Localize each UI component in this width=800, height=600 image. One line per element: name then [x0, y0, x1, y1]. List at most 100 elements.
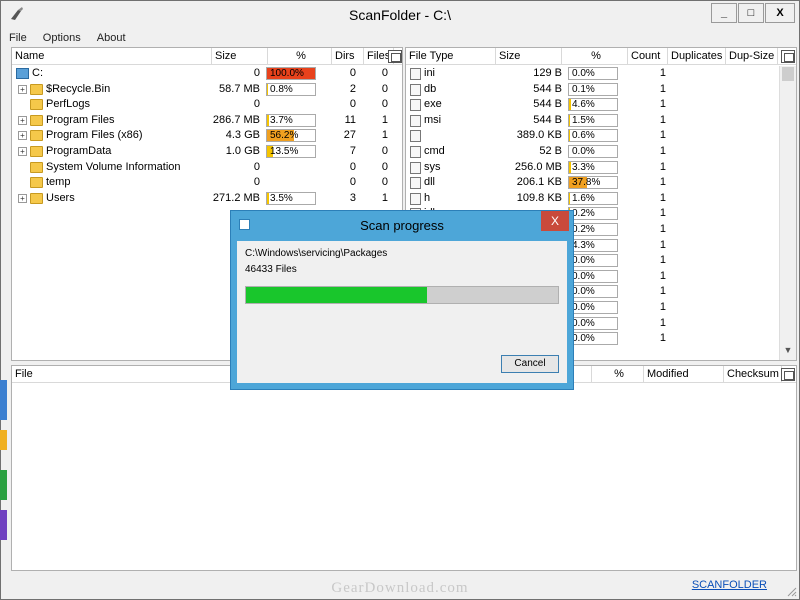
filetype-percent: 0.1%: [572, 83, 595, 95]
filetype-percent-bar: 1.5%: [568, 113, 618, 127]
folder-dirs: 0: [349, 98, 356, 111]
scroll-down-icon[interactable]: ▼: [780, 345, 796, 359]
folder-icon: [30, 161, 43, 173]
filetype-percent: 3.3%: [572, 161, 595, 173]
filetype-size: 206.1 KB: [516, 176, 562, 189]
folder-row[interactable]: + ProgramData 1.0 GB 13.5% 7 0: [12, 144, 402, 159]
resize-grip-icon[interactable]: [785, 585, 797, 597]
filetype-size: 544 B: [533, 113, 562, 126]
close-button[interactable]: X: [765, 3, 795, 23]
menu-options[interactable]: Options: [38, 30, 86, 46]
filetype-row[interactable]: sys 256.0 MB 3.3% 1: [406, 160, 796, 175]
filetype-name: cmd: [424, 145, 445, 157]
file-type-icon: [410, 83, 421, 96]
expand-icon[interactable]: +: [18, 131, 27, 141]
dialog-title-bar[interactable]: Scan progress X: [231, 211, 573, 239]
folder-name: Program Files (x86): [46, 129, 143, 142]
minimize-button[interactable]: _: [711, 3, 737, 23]
col-header-filetype[interactable]: File Type: [406, 48, 496, 64]
filetype-row[interactable]: ini 129 B 0.0% 1: [406, 66, 796, 81]
folder-icon: [30, 83, 43, 95]
cancel-button[interactable]: Cancel: [501, 355, 559, 373]
filetype-count: 1: [659, 67, 666, 79]
expand-icon[interactable]: +: [18, 147, 27, 156]
expand-icon[interactable]: +: [18, 115, 27, 125]
filetype-count: 1: [659, 191, 666, 204]
folder-row[interactable]: + Program Files (x86) 4.3 GB 56.2% 27 1: [12, 128, 402, 143]
filetype-row[interactable]: dll 206.1 KB 37.8% 1: [406, 175, 796, 190]
filetype-percent-bar: 4.3%: [568, 238, 618, 252]
folder-dirs: 0: [349, 67, 356, 79]
filetype-percent-bar: 4.6%: [568, 98, 618, 112]
filetype-count: 1: [659, 207, 666, 220]
filetype-percent: 0.0%: [572, 270, 595, 282]
folder-percent-bar: 56.2%: [266, 129, 316, 143]
col-header-size[interactable]: Size: [212, 48, 268, 64]
folder-name: Users: [46, 191, 75, 204]
folder-row[interactable]: temp 0 0 0: [12, 175, 402, 190]
filetype-percent: 0.0%: [572, 68, 595, 79]
col-header-type-size[interactable]: Size: [496, 48, 562, 64]
filetype-count: 1: [659, 98, 666, 111]
folder-percent-bar: 0.8%: [266, 82, 316, 96]
filetype-size: 389.0 KB: [516, 129, 562, 142]
folder-row[interactable]: + $Recycle.Bin 58.7 MB 0.8% 2 0: [12, 82, 402, 97]
folder-icon: [30, 177, 43, 189]
folder-row[interactable]: PerfLogs 0 0 0: [12, 97, 402, 112]
scrollbar-thumb[interactable]: [782, 67, 794, 81]
filetype-row[interactable]: cmd 52 B 0.0% 1: [406, 144, 796, 159]
filetype-size: 52 B: [539, 145, 562, 157]
expand-icon[interactable]: +: [18, 84, 27, 94]
folder-name: C:: [32, 67, 43, 79]
filetype-percent-bar: 0.1%: [568, 82, 618, 96]
folder-percent: 3.5%: [270, 192, 293, 204]
filetype-column-chooser-icon[interactable]: [781, 50, 795, 63]
filetype-name: h: [424, 191, 431, 204]
col-header-dirs[interactable]: Dirs: [332, 48, 364, 64]
filetype-percent-bar: 0.2%: [568, 207, 618, 221]
dialog-title: Scan progress: [360, 218, 444, 233]
filetype-percent-bar: 0.0%: [568, 301, 618, 314]
percent-fill: [569, 161, 571, 173]
scan-progress-dialog: Scan progress X C:\Windows\servicing\Pac…: [230, 210, 574, 390]
column-chooser-icon[interactable]: [388, 50, 402, 63]
filetype-row[interactable]: msi 544 B 1.5% 1: [406, 113, 796, 128]
filetype-percent-bar: 0.0%: [568, 285, 618, 299]
dialog-close-button[interactable]: X: [541, 211, 569, 231]
folder-row[interactable]: C: 0 100.0% 0 0: [12, 66, 402, 81]
filetype-scrollbar[interactable]: ▼: [779, 66, 796, 360]
col-header-file-percent[interactable]: %: [592, 366, 644, 382]
menu-file[interactable]: File: [4, 30, 32, 46]
folder-dirs: 7: [349, 145, 356, 157]
filetype-count: 1: [659, 113, 666, 126]
folder-percent-bar: 13.5%: [266, 145, 316, 158]
col-header-percent[interactable]: %: [268, 48, 332, 64]
col-header-modified[interactable]: Modified: [644, 366, 724, 382]
col-header-name[interactable]: Name: [12, 48, 212, 64]
col-header-type-percent[interactable]: %: [562, 48, 628, 64]
folder-row[interactable]: + Program Files 286.7 MB 3.7% 11 1: [12, 113, 402, 128]
filetype-row[interactable]: 389.0 KB 0.6% 1: [406, 128, 796, 143]
folder-row[interactable]: + Users 271.2 MB 3.5% 3 1: [12, 191, 402, 206]
files-column-chooser-icon[interactable]: [781, 368, 795, 381]
scanfolder-link[interactable]: SCANFOLDER: [692, 579, 767, 591]
filetype-row[interactable]: exe 544 B 4.6% 1: [406, 97, 796, 112]
folder-dirs: 3: [349, 191, 356, 204]
col-header-duplicates[interactable]: Duplicates: [668, 48, 726, 64]
folder-size: 271.2 MB: [212, 191, 260, 204]
filetype-size: 129 B: [533, 67, 562, 79]
folder-files: 1: [381, 191, 388, 204]
maximize-button[interactable]: □: [738, 3, 764, 23]
col-header-count[interactable]: Count: [628, 48, 668, 64]
col-header-checksum[interactable]: Checksum: [724, 366, 782, 382]
filetype-row[interactable]: db 544 B 0.1% 1: [406, 82, 796, 97]
folder-name: ProgramData: [46, 145, 112, 157]
folder-size: 0: [253, 67, 260, 79]
filetype-count: 1: [659, 145, 666, 157]
menu-about[interactable]: About: [92, 30, 131, 46]
filetype-percent-bar: 0.0%: [568, 67, 618, 80]
filetype-row[interactable]: h 109.8 KB 1.6% 1: [406, 191, 796, 206]
col-header-dupsize[interactable]: Dup-Size: [726, 48, 778, 64]
folder-row[interactable]: System Volume Information 0 0 0: [12, 160, 402, 175]
expand-icon[interactable]: +: [18, 193, 27, 203]
